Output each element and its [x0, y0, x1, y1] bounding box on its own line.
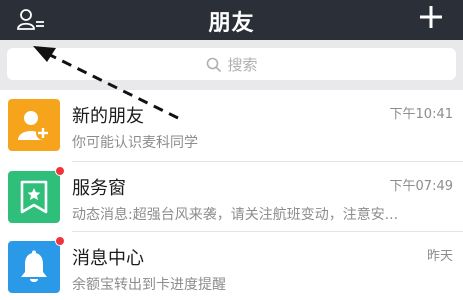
unread-badge [55, 236, 65, 246]
add-friend-icon [18, 111, 50, 140]
list-item-service-window[interactable]: 服务窗 动态消息:超强台风来袭，请关注航班变动，注意安... 下午07:49 [0, 162, 463, 232]
plus-icon [420, 6, 442, 28]
search-placeholder-group: 搜索 [205, 54, 258, 75]
service-window-avatar [8, 171, 60, 223]
item-message: 你可能认识麦科同学 [72, 135, 198, 151]
add-button[interactable] [417, 3, 445, 31]
top-bar: 朋友 [0, 0, 463, 40]
search-icon [206, 57, 221, 72]
search-bar-area: 搜索 [0, 40, 463, 90]
search-placeholder: 搜索 [227, 56, 258, 74]
item-time: 下午10:41 [389, 107, 453, 122]
new-friends-avatar [8, 99, 60, 151]
item-time: 昨天 [426, 249, 453, 264]
item-message: 动态消息:超强台风来袭，请关注航班变动，注意安... [72, 207, 399, 223]
list-item-message-center[interactable]: 消息中心 余额宝转出到卡进度提醒 昨天 [0, 232, 463, 300]
item-title: 新的朋友 [72, 106, 144, 127]
service-window-icon [20, 180, 48, 214]
item-title: 消息中心 [72, 248, 144, 269]
list-item-new-friends[interactable]: 新的朋友 你可能认识麦科同学 下午10:41 [0, 90, 463, 162]
item-title: 服务窗 [72, 178, 126, 199]
message-center-avatar [8, 241, 60, 293]
item-time: 下午07:49 [389, 179, 453, 194]
unread-badge [55, 166, 65, 176]
friends-list: 新的朋友 你可能认识麦科同学 下午10:41 服务窗 动态消息:超强台风来袭，请… [0, 90, 463, 300]
bell-icon [21, 250, 47, 282]
item-message: 余额宝转出到卡进度提醒 [72, 277, 226, 293]
search-input[interactable]: 搜索 [7, 48, 456, 80]
page-title: 朋友 [208, 11, 255, 36]
